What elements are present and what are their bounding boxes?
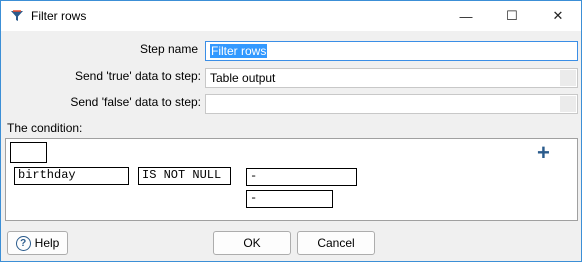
cancel-label: Cancel [317, 236, 355, 250]
send-false-dropdown[interactable] [205, 94, 578, 114]
maximize-icon: ☐ [506, 8, 518, 23]
send-false-dropdown-button[interactable] [560, 96, 576, 112]
step-name-label: Step name [139, 42, 198, 56]
send-true-label: Send 'true' data to step: [75, 69, 201, 83]
help-button[interactable]: ? Help [7, 231, 68, 255]
negate-box[interactable] [10, 142, 47, 163]
step-name-value: Filter rows [210, 44, 268, 58]
send-true-value: Table output [210, 71, 276, 85]
cancel-button[interactable]: Cancel [297, 231, 375, 255]
close-icon: ✕ [552, 8, 564, 23]
send-false-label: Send 'false' data to step: [70, 95, 201, 109]
step-name-input[interactable]: Filter rows [205, 41, 578, 61]
condition-value2: - [250, 191, 258, 205]
title-bar[interactable]: Filter rows — ☐ ✕ [1, 1, 581, 31]
condition-value-box[interactable]: - [246, 168, 357, 186]
window-title: Filter rows [31, 9, 87, 23]
condition-function: IS NOT NULL [142, 168, 222, 182]
condition-editor[interactable]: birthday IS NOT NULL - - + [5, 138, 578, 221]
ok-button[interactable]: OK [213, 231, 291, 255]
send-true-dropdown[interactable]: Table output [205, 68, 578, 88]
send-true-dropdown-button[interactable] [560, 70, 576, 86]
condition-field-box[interactable]: birthday [14, 167, 129, 185]
ok-label: OK [243, 236, 261, 250]
help-label: Help [34, 236, 60, 250]
add-condition-icon[interactable]: + [537, 142, 550, 164]
minimize-button[interactable]: — [443, 1, 489, 31]
close-button[interactable]: ✕ [535, 1, 581, 31]
condition-function-box[interactable]: IS NOT NULL [138, 167, 231, 185]
filter-icon [11, 10, 23, 21]
minimize-icon: — [459, 8, 473, 24]
condition-value: - [250, 169, 258, 183]
condition-field: birthday [18, 168, 76, 182]
help-icon: ? [15, 235, 31, 251]
condition-value2-box[interactable]: - [246, 190, 333, 208]
maximize-button[interactable]: ☐ [489, 1, 535, 31]
condition-label: The condition: [7, 121, 83, 135]
filter-rows-dialog: Filter rows — ☐ ✕ Step name Filter rows … [0, 0, 582, 262]
